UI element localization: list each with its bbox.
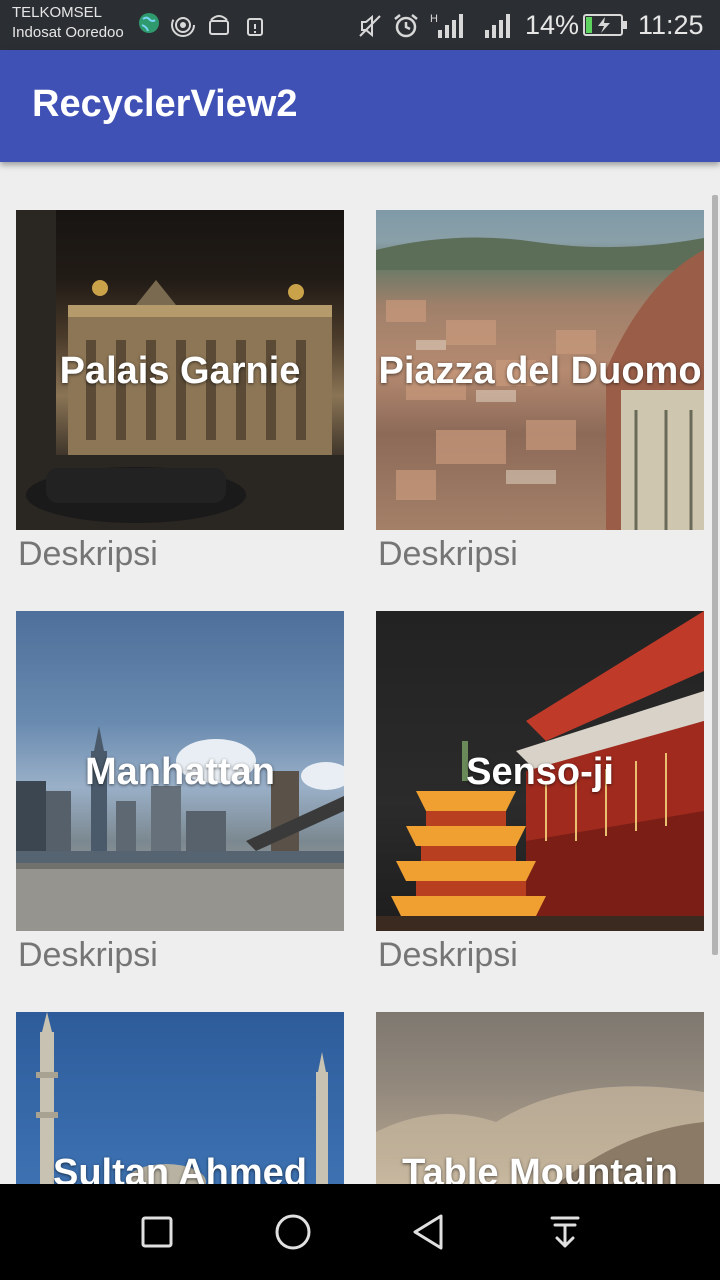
debug-icon bbox=[242, 12, 268, 38]
home-icon bbox=[275, 1214, 311, 1250]
grid-item[interactable]: Sultan Ahmed bbox=[16, 1012, 344, 1184]
place-title: Piazza del Duomo bbox=[378, 350, 702, 392]
place-image: Sultan Ahmed bbox=[16, 1012, 344, 1184]
grid-item[interactable]: Table Mountain bbox=[376, 1012, 704, 1184]
place-description: Deskripsi bbox=[378, 936, 518, 974]
recents-button[interactable] bbox=[133, 1208, 181, 1256]
place-title: Senso-ji bbox=[466, 751, 614, 793]
grid-item[interactable]: Senso-ji Deskripsi bbox=[376, 611, 704, 974]
carrier-name-1: TELKOMSEL bbox=[12, 4, 103, 21]
carrier-name-2: Indosat Ooredoo bbox=[12, 24, 124, 41]
grid-item[interactable]: Palais Garnie Deskripsi bbox=[16, 210, 344, 573]
hotspot-icon bbox=[170, 12, 196, 38]
scrollbar[interactable] bbox=[712, 195, 718, 955]
recents-icon bbox=[141, 1216, 173, 1248]
signal-icon bbox=[482, 12, 518, 38]
app-bar: RecyclerView2 bbox=[0, 50, 720, 162]
place-title: Table Mountain bbox=[402, 1152, 678, 1184]
place-image: Manhattan bbox=[16, 611, 344, 931]
place-title: Palais Garnie bbox=[59, 350, 301, 392]
notification-pull-icon bbox=[550, 1216, 580, 1248]
recycler-grid[interactable]: Palais Garnie Deskripsi Piazza del Duomo… bbox=[0, 162, 720, 1184]
grid-item[interactable]: Manhattan Deskripsi bbox=[16, 611, 344, 974]
place-title: Sultan Ahmed bbox=[52, 1152, 308, 1184]
grid-item[interactable]: Piazza del Duomo Deskripsi bbox=[376, 210, 704, 573]
battery-charging-icon bbox=[583, 12, 629, 38]
place-image: Senso-ji bbox=[376, 611, 704, 931]
signal-icon: H bbox=[430, 12, 470, 38]
place-image: Piazza del Duomo bbox=[376, 210, 704, 530]
mute-icon bbox=[356, 12, 382, 38]
globe-icon bbox=[136, 12, 162, 38]
status-bar: TELKOMSEL Indosat Ooredoo H 14% 11:25 bbox=[0, 0, 720, 50]
place-description: Deskripsi bbox=[18, 535, 158, 573]
clock: 11:25 bbox=[638, 10, 704, 40]
alarm-icon bbox=[392, 12, 418, 38]
notification-pull-button[interactable] bbox=[541, 1208, 589, 1256]
place-image: Table Mountain bbox=[376, 1012, 704, 1184]
place-description: Deskripsi bbox=[18, 936, 158, 974]
android-icon bbox=[206, 12, 232, 38]
network-type-label: H bbox=[430, 13, 438, 25]
app-title: RecyclerView2 bbox=[32, 83, 298, 125]
back-button[interactable] bbox=[405, 1208, 453, 1256]
back-icon bbox=[413, 1214, 443, 1250]
navigation-bar bbox=[0, 1184, 720, 1280]
home-button[interactable] bbox=[269, 1208, 317, 1256]
battery-percent: 14% bbox=[525, 10, 580, 40]
place-description: Deskripsi bbox=[378, 535, 518, 573]
place-title: Manhattan bbox=[85, 751, 275, 793]
place-image: Palais Garnie bbox=[16, 210, 344, 530]
